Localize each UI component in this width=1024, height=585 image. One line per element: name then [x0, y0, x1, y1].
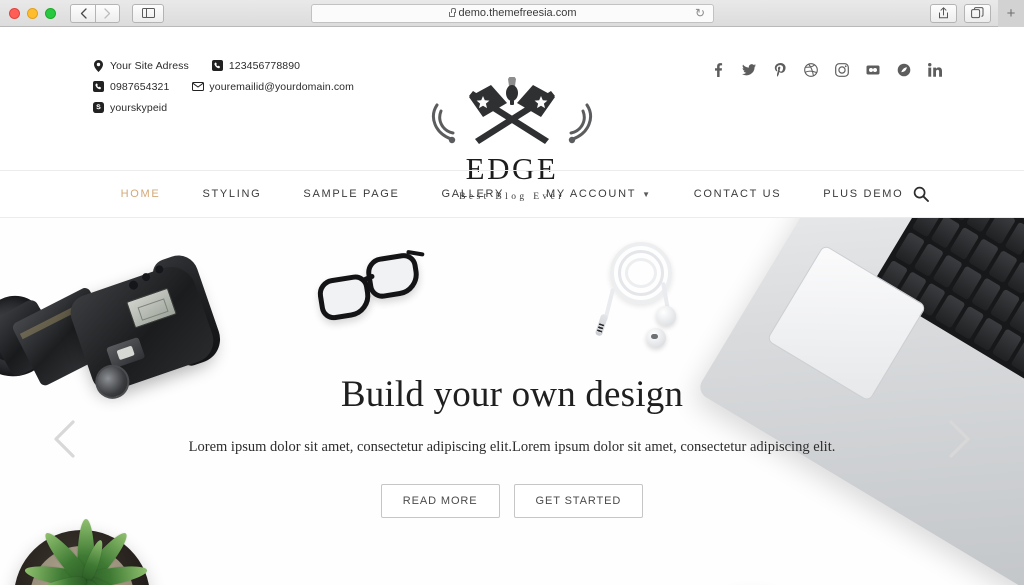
read-more-button[interactable]: READ MORE — [380, 484, 500, 518]
nav-item-sample-page[interactable]: SAMPLE PAGE — [282, 188, 420, 200]
nav-item-styling-label: STYLING — [202, 188, 262, 200]
contact-phone-1[interactable]: 123456778890 — [211, 59, 300, 72]
contact-address[interactable]: Your Site Adress — [92, 59, 189, 72]
nav-item-styling[interactable]: STYLING — [181, 188, 282, 200]
sidebar-toggle-icon — [141, 7, 155, 19]
contact-info: Your Site Adress 123456778890 0987654321 — [92, 59, 432, 122]
nav-item-my-account[interactable]: MY ACCOUNT ▼ — [525, 188, 673, 200]
hero-title: Build your own design — [340, 374, 684, 415]
potted-plant-photo — [8, 516, 164, 585]
slider-prev-button[interactable] — [48, 418, 82, 460]
nav-item-sample-page-label: SAMPLE PAGE — [303, 188, 400, 200]
envelope-icon — [191, 80, 204, 93]
pinterest-icon[interactable] — [773, 63, 787, 77]
forward-button[interactable] — [95, 3, 120, 23]
site-topbar: Your Site Adress 123456778890 0987654321 — [0, 27, 1024, 202]
new-tab-button[interactable]: + — [998, 0, 1024, 27]
share-icon — [939, 7, 948, 19]
contact-row: yourskypeid — [92, 101, 432, 114]
url-text: demo.themefreesia.com — [458, 7, 577, 19]
webpage: Your Site Adress 123456778890 0987654321 — [0, 27, 1024, 585]
chevron-right-icon — [104, 7, 111, 19]
menu-list: HOME STYLING SAMPLE PAGE GALLERY MY ACCO… — [100, 188, 925, 200]
browser-right-buttons: + — [930, 0, 1024, 27]
chevron-down-icon: ▼ — [642, 189, 652, 199]
hero-buttons: READ MORE GET STARTED — [0, 484, 1024, 518]
search-icon[interactable] — [913, 186, 929, 202]
hero-subtitle: Lorem ipsum dolor sit amet, consectetur … — [188, 439, 836, 455]
reload-icon[interactable]: ↻ — [695, 7, 705, 19]
slider-next-button[interactable] — [942, 418, 976, 460]
nav-item-gallery[interactable]: GALLERY — [421, 188, 525, 200]
phone-square-icon — [211, 59, 224, 72]
contact-address-text: Your Site Adress — [110, 59, 189, 72]
nav-item-gallery-label: GALLERY — [441, 188, 504, 200]
close-window-button[interactable] — [9, 7, 20, 19]
phone-square-icon — [92, 80, 105, 93]
contact-phone-2-text: 0987654321 — [110, 80, 170, 93]
nav-item-my-account-label: MY ACCOUNT — [546, 188, 637, 200]
browser-nav-buttons — [70, 3, 120, 23]
browser-chrome: demo.themefreesia.com ↻ + — [0, 0, 1024, 27]
chevron-left-icon — [80, 7, 87, 19]
contact-skype[interactable]: yourskypeid — [92, 101, 167, 114]
hero-slider: Build your own design Lorem ipsum dolor … — [0, 218, 1024, 585]
social-links — [711, 63, 942, 77]
facebook-icon[interactable] — [711, 63, 725, 77]
contact-email-text: youremailid@yourdomain.com — [209, 80, 354, 93]
nav-item-plus-demo-label: PLUS DEMO — [823, 188, 904, 200]
share-button[interactable] — [930, 3, 957, 23]
flickr-icon[interactable] — [866, 63, 880, 77]
instagram-icon[interactable] — [835, 63, 849, 77]
maximize-window-button[interactable] — [45, 7, 56, 19]
skype-icon — [92, 101, 105, 114]
crossed-flags-emblem-icon — [407, 73, 617, 155]
sidebar-toggle-button[interactable] — [132, 3, 164, 23]
address-bar[interactable]: demo.themefreesia.com ↻ — [311, 3, 714, 23]
show-tabs-icon — [971, 7, 984, 19]
window-traffic-lights — [0, 7, 56, 19]
contact-row: Your Site Adress 123456778890 — [92, 59, 432, 72]
lock-icon — [448, 7, 456, 17]
map-pin-icon — [92, 59, 105, 72]
contact-phone-1-text: 123456778890 — [228, 59, 301, 72]
contact-row: 0987654321 youremailid@yourdomain.com — [92, 80, 432, 93]
contact-phone-2[interactable]: 0987654321 — [92, 80, 169, 93]
nav-item-contact-us-label: CONTACT US — [693, 188, 782, 200]
hero-caption: Build your own design Lorem ipsum dolor … — [0, 218, 1024, 518]
contact-skype-text: yourskypeid — [110, 101, 168, 114]
contact-email[interactable]: youremailid@yourdomain.com — [191, 80, 354, 93]
dribbble-icon[interactable] — [804, 63, 818, 77]
minimize-window-button[interactable] — [27, 7, 38, 19]
linkedin-icon[interactable] — [928, 63, 942, 77]
nav-item-plus-demo[interactable]: PLUS DEMO — [802, 188, 924, 200]
nav-item-home-label: HOME — [120, 188, 161, 200]
back-button[interactable] — [70, 3, 95, 23]
nav-item-contact-us[interactable]: CONTACT US — [673, 188, 803, 200]
main-navigation: HOME STYLING SAMPLE PAGE GALLERY MY ACCO… — [0, 170, 1024, 218]
twitter-icon[interactable] — [742, 63, 756, 77]
globe-icon[interactable] — [897, 63, 911, 77]
nav-item-home[interactable]: HOME — [100, 188, 182, 200]
get-started-button[interactable]: GET STARTED — [513, 484, 644, 518]
show-tabs-button[interactable] — [964, 3, 991, 23]
